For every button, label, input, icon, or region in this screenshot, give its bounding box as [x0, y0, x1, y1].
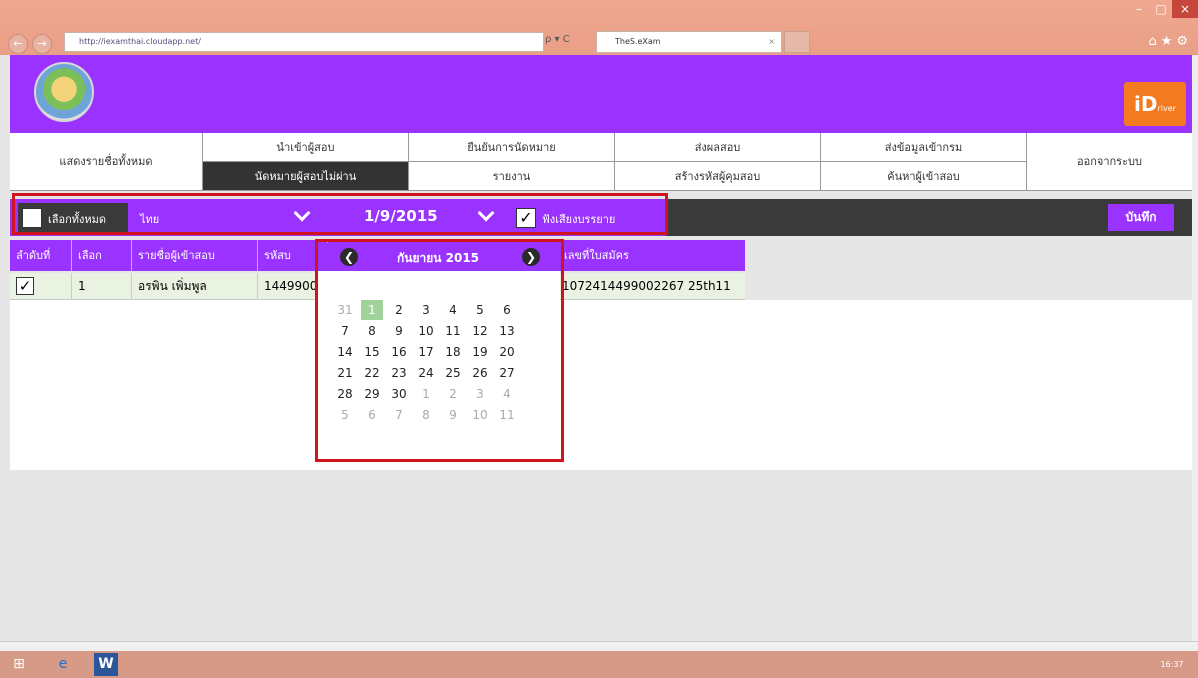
tab-title: TheS.eXam	[615, 37, 661, 46]
department-seal-logo	[34, 62, 94, 122]
menu-failed-appointments[interactable]: นัดหมายผู้สอบไม่ผ่าน	[203, 162, 409, 191]
menu-import-examinees[interactable]: นำเข้าผู้สอบ	[203, 133, 409, 162]
row-application-no: 1072414499002267 25th11	[562, 279, 731, 293]
address-bar-actions[interactable]: ρ ▾ C	[545, 34, 570, 45]
clock[interactable]: 16:37	[1150, 653, 1194, 676]
row-name: อรพิน เพิ่มพูล	[132, 273, 258, 300]
idriver-logo: iDriver	[1124, 82, 1186, 126]
new-tab-button[interactable]	[784, 31, 810, 53]
menu-send-to-department[interactable]: ส่งข้อมูลเข้ากรม	[821, 133, 1027, 162]
highlight-toolbar-box	[12, 193, 668, 235]
main-menu: แสดงรายชื่อทั้งหมด นำเข้าผู้สอบ ยืนยันกา…	[10, 133, 1192, 191]
row-select: 1	[72, 273, 132, 300]
minimize-icon[interactable]: –	[1128, 0, 1150, 18]
brand-sub: river	[1157, 104, 1176, 113]
row-checkbox-cell: ✓	[10, 273, 72, 300]
vertical-scrollbar[interactable]	[1192, 55, 1198, 641]
windows-taskbar: ⊞ e W 16:37	[0, 651, 1198, 678]
row-checkbox[interactable]: ✓	[16, 277, 34, 295]
back-icon[interactable]: ←	[8, 34, 28, 54]
highlight-calendar-box	[315, 239, 564, 462]
start-icon[interactable]: ⊞	[4, 653, 34, 676]
menu-reports[interactable]: รายงาน	[409, 162, 615, 191]
ie-icon[interactable]: e	[48, 653, 78, 676]
col-order: ลำดับที่	[10, 240, 72, 271]
menu-search-examinee[interactable]: ค้นหาผู้เข้าสอบ	[821, 162, 1027, 191]
save-button[interactable]: บันทึก	[1108, 204, 1174, 231]
app-header: iDriver	[10, 55, 1192, 133]
word-icon[interactable]: W	[94, 653, 118, 676]
address-bar[interactable]: http://iexamthai.cloudapp.net/	[64, 32, 544, 52]
menu-create-proctor-code[interactable]: สร้างรหัสผู้คุมสอบ	[615, 162, 821, 191]
browser-toolbar-icons[interactable]: ⌂★⚙	[1148, 34, 1192, 49]
col-name: รายชื่อผู้เข้าสอบ	[132, 240, 258, 271]
menu-send-results[interactable]: ส่งผลสอบ	[615, 133, 821, 162]
brand-main: iD	[1134, 92, 1158, 116]
content-area	[10, 300, 1192, 470]
tab-close-icon[interactable]: ×	[768, 32, 775, 52]
col-application-no: เลขที่ใบสมัคร	[564, 249, 629, 262]
menu-logout[interactable]: ออกจากระบบ	[1027, 133, 1192, 191]
maximize-icon[interactable]: □	[1150, 0, 1172, 18]
menu-confirm-appointment[interactable]: ยืนยันการนัดหมาย	[409, 133, 615, 162]
browser-bar: ← → http://iexamthai.cloudapp.net/ ρ ▾ C…	[0, 0, 1198, 55]
col-select: เลือก	[72, 240, 132, 271]
browser-tab[interactable]: TheS.eXam ×	[596, 31, 782, 53]
menu-show-all[interactable]: แสดงรายชื่อทั้งหมด	[10, 133, 203, 191]
horizontal-scrollbar[interactable]	[0, 641, 1198, 651]
close-window-icon[interactable]: ×	[1172, 0, 1198, 18]
forward-icon[interactable]: →	[32, 34, 52, 54]
